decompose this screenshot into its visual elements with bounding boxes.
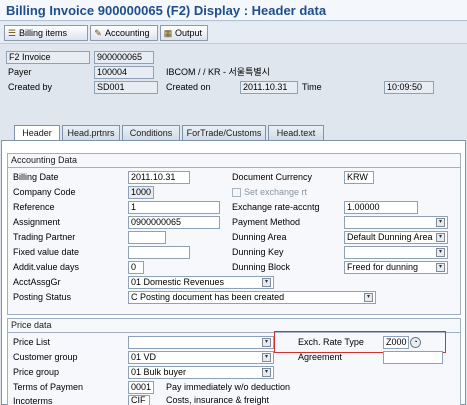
dunning-block-label: Dunning Block (232, 262, 291, 272)
price-group-value: 01 Bulk buyer (131, 367, 187, 377)
incoterms-field[interactable]: CIF (128, 395, 150, 405)
created-by-field[interactable]: SD001 (94, 81, 158, 94)
time-label: Time (302, 82, 322, 92)
trading-partner-field[interactable] (128, 231, 166, 244)
fixed-value-date-field[interactable] (128, 246, 190, 259)
dropdown-icon[interactable]: ▾ (262, 368, 271, 377)
price-data-group: Price data Price List ▾ Exch. Rate Type … (7, 318, 461, 405)
billing-date-field[interactable]: 2011.10.31 (128, 171, 190, 184)
time-field[interactable]: 10:09:50 (384, 81, 434, 94)
accounting-icon: ✎ (94, 28, 102, 38)
document-type-field[interactable]: F2 Invoice (6, 51, 90, 64)
posting-status-value: C Posting document has been created (131, 292, 285, 302)
payer-field[interactable]: 100004 (94, 66, 154, 79)
set-exchange-rate-label: Set exchange rt (244, 187, 308, 197)
accounting-data-group: Accounting Data Billing Date 2011.10.31 … (7, 153, 461, 315)
exch-rate-type-label: Exch. Rate Type (298, 337, 364, 347)
output-icon: ▦ (163, 28, 173, 38)
dunning-block-value: Freed for dunning (347, 262, 419, 272)
billing-date-label: Billing Date (13, 172, 59, 182)
group-divider (8, 167, 460, 168)
billing-items-icon: ☰ (7, 28, 17, 38)
page-title: Billing Invoice 900000065 (F2) Display :… (6, 3, 327, 18)
exchange-rate-accounting-label: Exchange rate-accntg (232, 202, 320, 212)
agreement-label: Agreement (298, 352, 343, 362)
created-on-label: Created on (166, 82, 211, 92)
title-bar: Billing Invoice 900000065 (F2) Display :… (0, 0, 467, 21)
assignment-field[interactable]: 0900000065 (128, 216, 220, 229)
dropdown-icon[interactable]: ▾ (364, 293, 373, 302)
tab-panel-header: Accounting Data Billing Date 2011.10.31 … (1, 140, 466, 405)
search-help-icon[interactable]: ◔ (410, 337, 421, 348)
dropdown-icon[interactable]: ▾ (262, 278, 271, 287)
dropdown-icon[interactable]: ▾ (436, 218, 445, 227)
tab-foreign-trade-customs[interactable]: ForTrade/Customs (182, 125, 266, 141)
incoterms-text: Costs, insurance & freight (166, 395, 270, 405)
fixed-value-date-label: Fixed value date (13, 247, 80, 257)
customer-group-value: 01 VD (131, 352, 157, 362)
price-list-field[interactable]: ▾ (128, 336, 274, 349)
assignment-label: Assignment (13, 217, 61, 227)
dropdown-icon[interactable]: ▾ (436, 248, 445, 257)
payment-method-label: Payment Method (232, 217, 301, 227)
set-exchange-rate-checkbox[interactable] (232, 188, 241, 197)
output-button[interactable]: ▦ Output (160, 25, 208, 41)
payer-label: Payer (8, 67, 32, 77)
agreement-field[interactable] (383, 351, 443, 364)
incoterms-label: Incoterms (13, 396, 53, 405)
tab-head-partners[interactable]: Head.prtnrs (62, 125, 120, 141)
payer-name: IBCOM / / KR - 서울특별시 (166, 67, 270, 77)
price-group-field[interactable]: 01 Bulk buyer ▾ (128, 366, 274, 379)
payment-method-field[interactable]: ▾ (344, 216, 448, 229)
dropdown-icon[interactable]: ▾ (262, 353, 271, 362)
tab-head-text[interactable]: Head.text (268, 125, 324, 141)
tab-strip: Header Head.prtnrs Conditions ForTrade/C… (0, 125, 467, 142)
dunning-key-label: Dunning Key (232, 247, 284, 257)
document-currency-label: Document Currency (232, 172, 313, 182)
dropdown-icon[interactable]: ▾ (262, 338, 271, 347)
exchange-rate-accounting-field[interactable]: 1.00000 (344, 201, 418, 214)
billing-items-button[interactable]: ☰ Billing items (4, 25, 88, 41)
trading-partner-label: Trading Partner (13, 232, 76, 242)
addit-value-days-field[interactable]: 0 (128, 261, 144, 274)
dunning-block-field[interactable]: Freed for dunning ▾ (344, 261, 448, 274)
addit-value-days-label: Addit.value days (13, 262, 80, 272)
customer-group-field[interactable]: 01 VD ▾ (128, 351, 274, 364)
acct-assignment-group-field[interactable]: 01 Domestic Revenues ▾ (128, 276, 274, 289)
tab-conditions[interactable]: Conditions (122, 125, 180, 141)
customer-group-label: Customer group (13, 352, 78, 362)
price-data-title: Price data (11, 320, 52, 330)
price-group-label: Price group (13, 367, 60, 377)
terms-of-payment-field[interactable]: 0001 (128, 381, 154, 394)
dunning-area-field[interactable]: Default Dunning Area ▾ (344, 231, 448, 244)
dunning-area-label: Dunning Area (232, 232, 287, 242)
price-list-label: Price List (13, 337, 51, 347)
document-number-field[interactable]: 900000065 (94, 51, 154, 64)
reference-label: Reference (13, 202, 55, 212)
application-toolbar: ☰ Billing items ✎ Accounting ▦ Output (0, 22, 467, 44)
dunning-area-value: Default Dunning Area (347, 232, 433, 242)
acct-assignment-group-value: 01 Domestic Revenues (131, 277, 225, 287)
posting-status-label: Posting Status (13, 292, 72, 302)
exch-rate-type-field[interactable]: Z000 (383, 336, 409, 349)
accounting-button[interactable]: ✎ Accounting (90, 25, 158, 41)
dropdown-icon[interactable]: ▾ (436, 233, 445, 242)
created-by-label: Created by (8, 82, 53, 92)
terms-of-payment-label: Terms of Paymen (13, 382, 84, 392)
company-code-field[interactable]: 1000 (128, 186, 154, 199)
acct-assignment-group-label: AcctAssgGr (13, 277, 61, 287)
company-code-label: Company Code (13, 187, 76, 197)
reference-field[interactable]: 1 (128, 201, 220, 214)
header-data: F2 Invoice 900000065 Payer 100004 IBCOM … (0, 46, 467, 116)
terms-of-payment-text: Pay immediately w/o deduction (166, 382, 291, 392)
accounting-data-title: Accounting Data (11, 155, 78, 165)
created-on-field[interactable]: 2011.10.31 (240, 81, 298, 94)
dunning-key-field[interactable]: ▾ (344, 246, 448, 259)
posting-status-field[interactable]: C Posting document has been created ▾ (128, 291, 376, 304)
document-currency-field[interactable]: KRW (344, 171, 374, 184)
dropdown-icon[interactable]: ▾ (436, 263, 445, 272)
